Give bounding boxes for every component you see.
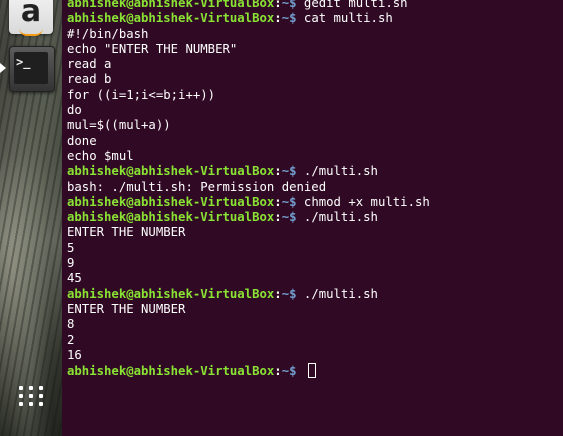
prompt-user: abhishek@abhishek-VirtualBox [67, 194, 275, 209]
prompt-line: abhishek@abhishek-VirtualBox:~$ ./multi.… [67, 210, 430, 225]
prompt-user: abhishek@abhishek-VirtualBox [67, 286, 275, 301]
terminal-output: abhishek@abhishek-VirtualBox:~$ gedit mu… [67, 0, 430, 379]
command-text: cat multi.sh [296, 11, 393, 26]
command-text: gedit multi.sh [296, 0, 408, 10]
prompt-path: ~$ [281, 210, 297, 225]
output-line: done [67, 133, 97, 148]
prompt-separator: : [274, 210, 282, 225]
prompt-line: abhishek@abhishek-VirtualBox:~$ ./multi.… [67, 164, 430, 179]
prompt-line: abhishek@abhishek-VirtualBox:~$ chmod +x… [67, 195, 430, 210]
prompt-user: abhishek@abhishek-VirtualBox [67, 164, 275, 179]
prompt-user: abhishek@abhishek-VirtualBox [67, 0, 275, 10]
prompt-separator: : [274, 164, 282, 179]
output-line: read a [67, 57, 112, 72]
command-text: ./multi.sh [296, 164, 378, 179]
command-text: ./multi.sh [296, 286, 378, 301]
amazon-smile-icon [19, 28, 43, 36]
output-line: for ((i=1;i<=b;i++)) [67, 87, 216, 102]
prompt-separator: : [274, 11, 282, 26]
prompt-separator: : [274, 286, 282, 301]
command-text: ./multi.sh [296, 210, 378, 225]
prompt-path: ~$ [281, 164, 297, 179]
prompt-separator: : [274, 364, 282, 379]
apps-dot [39, 386, 43, 390]
output-line: echo $mul [67, 148, 134, 163]
output-line: #!/bin/bash [67, 26, 149, 41]
show-applications-icon[interactable] [9, 376, 53, 416]
prompt-path: ~$ [281, 364, 297, 379]
output-line: 45 [67, 271, 82, 286]
output-line: mul=$((mul+a)) [67, 118, 171, 133]
apps-dot [29, 402, 33, 406]
prompt-path: ~$ [281, 0, 297, 10]
prompt-path: ~$ [281, 194, 297, 209]
apps-dot [39, 402, 43, 406]
output-line: bash: ./multi.sh: Permission denied [67, 179, 327, 194]
prompt-user: abhishek@abhishek-VirtualBox [67, 210, 275, 225]
prompt-line: abhishek@abhishek-VirtualBox:~$ ./multi.… [67, 287, 430, 302]
prompt-separator: : [274, 0, 282, 10]
prompt-path: ~$ [281, 11, 297, 26]
prompt-line: abhishek@abhishek-VirtualBox:~$ gedit mu… [67, 0, 430, 11]
apps-dot [29, 386, 33, 390]
text-cursor[interactable] [307, 363, 316, 379]
prompt-line: abhishek@abhishek-VirtualBox:~$ cat mult… [67, 11, 430, 26]
launcher-bar: a >_ [0, 0, 62, 436]
output-line: 8 [67, 317, 75, 332]
output-line: read b [67, 72, 112, 87]
apps-dot [39, 394, 43, 398]
amazon-icon[interactable]: a [9, 0, 53, 36]
output-line: 5 [67, 240, 75, 255]
apps-dot [19, 402, 23, 406]
output-line: ENTER THE NUMBER [67, 301, 186, 316]
apps-dot [29, 394, 33, 398]
prompt-user: abhishek@abhishek-VirtualBox [67, 364, 275, 379]
output-line: do [67, 103, 82, 118]
output-line: 2 [67, 332, 75, 347]
active-app-indicator [0, 63, 6, 73]
terminal-icon-glyph: >_ [16, 55, 31, 69]
output-line: ENTER THE NUMBER [67, 225, 186, 240]
prompt-line: abhishek@abhishek-VirtualBox:~$ [67, 363, 430, 379]
output-line: echo "ENTER THE NUMBER" [67, 41, 238, 56]
apps-dot [19, 386, 23, 390]
output-line: 9 [67, 256, 75, 271]
prompt-user: abhishek@abhishek-VirtualBox [67, 11, 275, 26]
prompt-path: ~$ [281, 286, 297, 301]
command-text: chmod +x multi.sh [296, 194, 430, 209]
prompt-separator: : [274, 194, 282, 209]
amazon-icon-letter: a [20, 0, 42, 29]
command-text [297, 364, 304, 378]
output-line: 16 [67, 347, 82, 362]
apps-dot [19, 394, 23, 398]
terminal-window[interactable]: abhishek@abhishek-VirtualBox:~$ gedit mu… [62, 0, 563, 436]
terminal-icon[interactable]: >_ [9, 46, 55, 92]
